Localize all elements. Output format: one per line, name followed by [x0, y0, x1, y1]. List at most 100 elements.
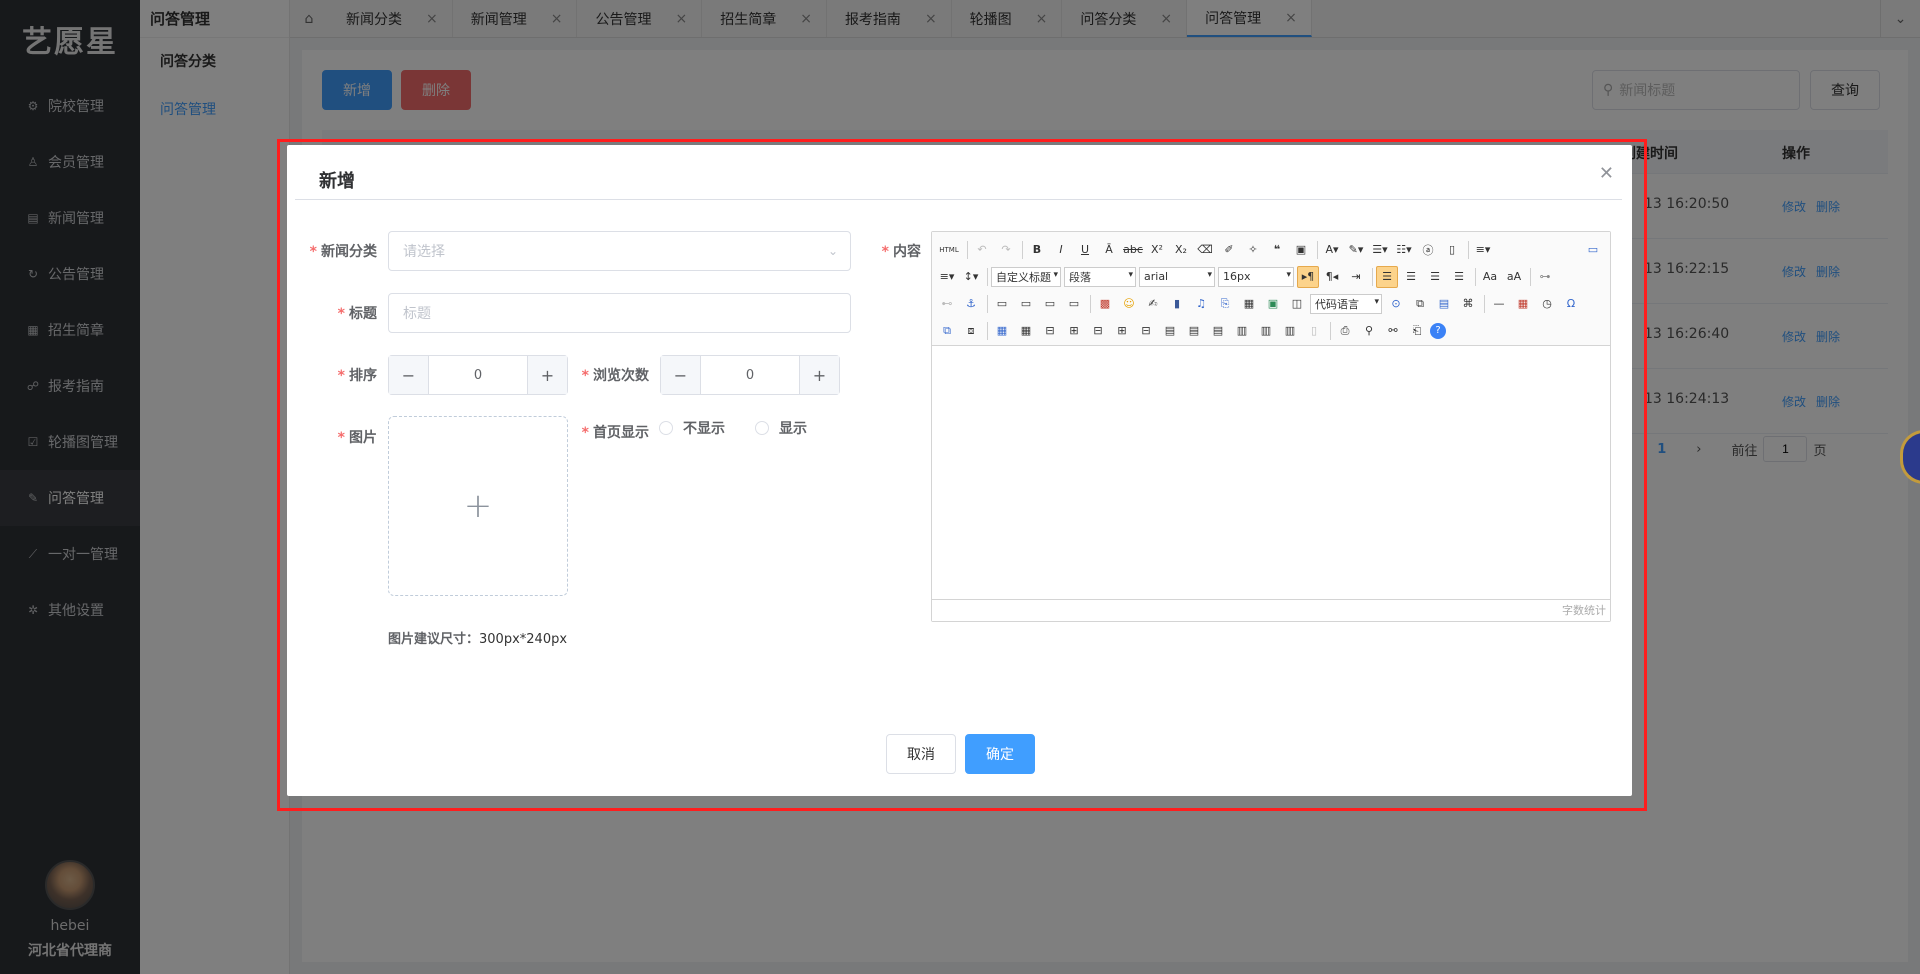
split-cells-icon[interactable]: ▥ — [1231, 320, 1253, 342]
minus-icon[interactable]: − — [661, 356, 701, 394]
draft-icon[interactable]: ⎗ — [1406, 320, 1428, 342]
align-justify-icon[interactable]: ☰ — [1448, 266, 1470, 288]
radio-hide[interactable]: 不显示 — [659, 418, 725, 438]
delete-col-icon[interactable]: ⊟ — [1135, 320, 1157, 342]
scrawl-icon[interactable]: ✍ — [1142, 293, 1164, 315]
special-char-icon[interactable]: Ω — [1560, 293, 1582, 315]
image-right-icon[interactable]: ▭ — [1039, 293, 1061, 315]
image-center-icon[interactable]: ▭ — [1063, 293, 1085, 315]
anchor-icon[interactable]: ⚓ — [960, 293, 982, 315]
font-size-select[interactable]: 16px — [1218, 266, 1294, 287]
insert-code-icon[interactable]: ⌘ — [1457, 293, 1479, 315]
unlink-icon[interactable]: ⊷ — [936, 293, 958, 315]
template-icon[interactable]: ⧉ — [1409, 293, 1431, 315]
redo-icon[interactable]: ↷ — [995, 239, 1017, 261]
plus-icon[interactable]: + — [799, 356, 839, 394]
snapscreen-icon[interactable]: ⧈ — [960, 320, 982, 342]
rtl-icon[interactable]: ¶◂ — [1321, 266, 1343, 288]
strikethrough-icon[interactable]: abc — [1122, 239, 1144, 261]
uppercase-icon[interactable]: Aa — [1479, 266, 1501, 288]
gmap-icon[interactable]: ▣ — [1262, 293, 1284, 315]
insert-frame-icon[interactable]: ◫ — [1286, 293, 1308, 315]
merge-right-icon[interactable]: ▤ — [1183, 320, 1205, 342]
confirm-button[interactable]: 确定 — [965, 734, 1035, 774]
close-icon[interactable]: ✕ — [1599, 163, 1614, 184]
superscript-icon[interactable]: X² — [1146, 239, 1168, 261]
insert-image-icon[interactable]: ▩ — [1094, 293, 1116, 315]
insert-video-icon[interactable]: ▮ — [1166, 293, 1188, 315]
unordered-list-icon[interactable]: ☷▾ — [1393, 239, 1415, 261]
clear-doc-icon[interactable]: ▯ — [1441, 239, 1463, 261]
ltr-icon[interactable]: ▸¶ — [1297, 265, 1319, 288]
insert-col-icon[interactable]: ⊞ — [1111, 320, 1133, 342]
radio-circle[interactable] — [659, 421, 673, 435]
paste-plain-icon[interactable]: ▣ — [1290, 239, 1312, 261]
code-language-select[interactable]: 代码语言 — [1310, 293, 1382, 314]
select-all-icon[interactable]: ⓐ — [1417, 239, 1439, 261]
subscript-icon[interactable]: X₂ — [1170, 239, 1192, 261]
split-rows-icon[interactable]: ▥ — [1255, 320, 1277, 342]
editor-content-area[interactable] — [932, 346, 1610, 596]
emotion-icon[interactable]: ☺ — [1118, 293, 1140, 315]
format-brush-icon[interactable]: ✐ — [1218, 239, 1240, 261]
merge-down-icon[interactable]: ▤ — [1207, 320, 1229, 342]
chart-icon[interactable]: ▯ — [1303, 320, 1325, 342]
font-family-select[interactable]: arial — [1139, 266, 1215, 287]
align-left-icon[interactable]: ☰ — [1376, 265, 1398, 288]
insert-paragraph-before-table-icon[interactable]: ⊟ — [1039, 320, 1061, 342]
lowercase-icon[interactable]: aA — [1503, 266, 1525, 288]
bold-icon[interactable]: B — [1026, 239, 1048, 261]
font-color-icon[interactable]: A▾ — [1321, 239, 1343, 261]
link-icon[interactable]: ⊶ — [1534, 266, 1556, 288]
auto-format-icon[interactable]: ✧ — [1242, 239, 1264, 261]
eraser-icon[interactable]: ⌫ — [1194, 239, 1216, 261]
row-spacing-top-icon[interactable]: ≡▾ — [936, 266, 958, 288]
align-right-icon[interactable]: ☰ — [1424, 266, 1446, 288]
views-value[interactable]: 0 — [701, 356, 799, 394]
merge-cells-icon[interactable]: ▤ — [1159, 320, 1181, 342]
radio-circle[interactable] — [755, 421, 769, 435]
fullscreen-icon[interactable]: ▭ — [1582, 239, 1604, 261]
attachment-icon[interactable]: ⎘ — [1214, 293, 1236, 315]
indent-icon[interactable]: ⇥ — [1345, 266, 1367, 288]
insert-row-icon[interactable]: ⊞ — [1063, 320, 1085, 342]
title-input[interactable]: 标题 — [388, 293, 851, 333]
date-icon[interactable]: ▦ — [1512, 293, 1534, 315]
sort-stepper[interactable]: −0 + — [388, 355, 568, 395]
line-height-icon[interactable]: ↕▾ — [960, 266, 982, 288]
html-source-icon[interactable]: HTML — [936, 239, 962, 261]
ordered-list-icon[interactable]: ☰▾ — [1369, 239, 1391, 261]
italic-icon[interactable]: I — [1050, 239, 1072, 261]
paragraph-select[interactable]: 段落 — [1064, 266, 1136, 287]
underline-icon[interactable]: U — [1074, 239, 1096, 261]
custom-title-select[interactable]: 自定义标题 — [991, 266, 1061, 287]
page-break-icon[interactable]: ⊙ — [1385, 293, 1407, 315]
radio-show[interactable]: 显示 — [755, 418, 807, 438]
cancel-button[interactable]: 取消 — [886, 734, 956, 774]
search-replace-icon[interactable]: ⚯ — [1382, 320, 1404, 342]
print-icon[interactable]: ⎙ — [1334, 320, 1356, 342]
music-icon[interactable]: ♫ — [1190, 293, 1212, 315]
horizontal-rule-icon[interactable]: — — [1488, 293, 1510, 315]
image-none-icon[interactable]: ▭ — [991, 293, 1013, 315]
blockquote-icon[interactable]: ❝ — [1266, 239, 1288, 261]
views-stepper[interactable]: −0 + — [660, 355, 840, 395]
background-icon[interactable]: ▤ — [1433, 293, 1455, 315]
image-left-icon[interactable]: ▭ — [1015, 293, 1037, 315]
minus-icon[interactable]: − — [389, 356, 429, 394]
split-cols-icon[interactable]: ▥ — [1279, 320, 1301, 342]
preview-icon[interactable]: ⚲ — [1358, 320, 1380, 342]
time-icon[interactable]: ◷ — [1536, 293, 1558, 315]
delete-table-icon[interactable]: ▦ — [1015, 320, 1037, 342]
align-center-icon[interactable]: ☰ — [1400, 266, 1422, 288]
map-icon[interactable]: ▦ — [1238, 293, 1260, 315]
highlight-icon[interactable]: ✎▾ — [1345, 239, 1367, 261]
delete-row-icon[interactable]: ⊟ — [1087, 320, 1109, 342]
plus-icon[interactable]: + — [527, 356, 567, 394]
sort-value[interactable]: 0 — [429, 356, 527, 394]
image-uploader[interactable]: + — [388, 416, 568, 596]
word-image-icon[interactable]: ⧉ — [936, 320, 958, 342]
row-spacing-icon[interactable]: ≡▾ — [1472, 239, 1494, 261]
font-border-icon[interactable]: Ā — [1098, 239, 1120, 261]
help-icon[interactable]: ? — [1430, 322, 1446, 339]
